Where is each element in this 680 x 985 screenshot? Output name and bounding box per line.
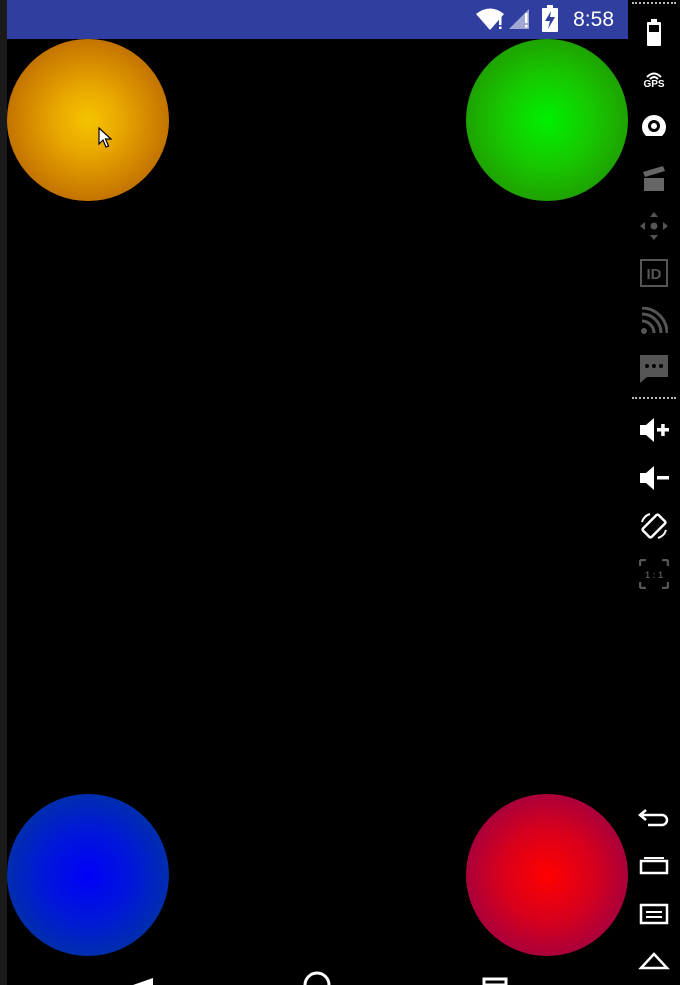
rotate-icon[interactable] xyxy=(628,510,680,542)
cast-icon[interactable] xyxy=(628,306,680,336)
camera-icon[interactable] xyxy=(628,112,680,142)
status-bar: 8:58 xyxy=(7,0,628,39)
emulator-toolbar: GPS ID 1: 1 xyxy=(628,0,680,985)
toolbar-divider xyxy=(632,397,676,399)
toolbar-divider xyxy=(632,2,676,4)
orange-ball[interactable] xyxy=(7,39,169,201)
scale-icon[interactable]: 1 : 1 xyxy=(628,558,680,590)
wifi-icon xyxy=(475,7,505,36)
green-ball[interactable] xyxy=(466,39,628,201)
status-clock: 8:58 xyxy=(573,8,614,31)
back-icon[interactable] xyxy=(628,805,680,829)
screen-record-icon[interactable] xyxy=(628,163,680,193)
gps-label: GPS xyxy=(643,79,665,90)
id-icon[interactable]: ID xyxy=(628,258,680,288)
window-bezel xyxy=(0,0,7,985)
volume-up-icon[interactable] xyxy=(628,415,680,445)
scale-label: 1 : 1 xyxy=(645,570,663,580)
home-icon[interactable] xyxy=(628,948,680,972)
gps-icon[interactable]: GPS xyxy=(628,66,680,94)
signal-icon xyxy=(507,7,533,36)
red-ball[interactable] xyxy=(466,794,628,956)
battery-charging-icon xyxy=(541,5,559,38)
nav-bar-icons-partial xyxy=(133,971,508,985)
mouse-pointer-icon xyxy=(98,126,113,154)
navigation-bar xyxy=(7,968,628,985)
sms-icon[interactable] xyxy=(628,353,680,385)
dpad-icon[interactable] xyxy=(628,210,680,242)
volume-down-icon[interactable] xyxy=(628,463,680,493)
menu-icon[interactable] xyxy=(628,902,680,926)
device-screen[interactable]: 8:58 xyxy=(7,0,628,985)
blue-ball[interactable] xyxy=(7,794,169,956)
overview-icon[interactable] xyxy=(628,854,680,878)
id-label: ID xyxy=(647,266,662,283)
battery-icon[interactable] xyxy=(628,18,680,48)
